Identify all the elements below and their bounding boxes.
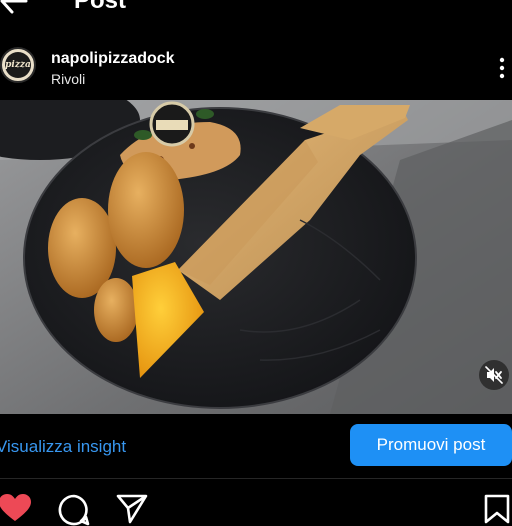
comment-icon[interactable] bbox=[58, 494, 90, 526]
username[interactable]: napolipizzadock bbox=[51, 50, 175, 68]
location[interactable]: Rivoli bbox=[51, 71, 85, 87]
promote-post-button[interactable]: Promuovi post bbox=[350, 424, 512, 466]
back-arrow-icon[interactable] bbox=[0, 0, 32, 16]
avatar-logo-text: pizza bbox=[5, 60, 31, 70]
heart-icon[interactable] bbox=[0, 494, 32, 522]
bookmark-icon[interactable] bbox=[484, 494, 510, 524]
food-photo bbox=[0, 100, 512, 414]
post-header: pizza napolipizzadock Rivoli bbox=[0, 40, 512, 100]
post-image[interactable] bbox=[0, 100, 512, 414]
avatar[interactable]: pizza bbox=[0, 47, 36, 83]
mute-button[interactable] bbox=[479, 360, 509, 390]
view-insights-link[interactable]: Visualizza insight bbox=[0, 437, 126, 457]
more-options-icon[interactable] bbox=[496, 56, 508, 80]
divider bbox=[0, 478, 512, 479]
share-icon[interactable] bbox=[116, 494, 148, 524]
avatar-logo: pizza bbox=[5, 52, 31, 78]
page-title: Post bbox=[74, 0, 127, 14]
mute-icon bbox=[485, 366, 503, 384]
post-actions bbox=[0, 488, 512, 526]
top-bar: Post bbox=[0, 0, 512, 32]
